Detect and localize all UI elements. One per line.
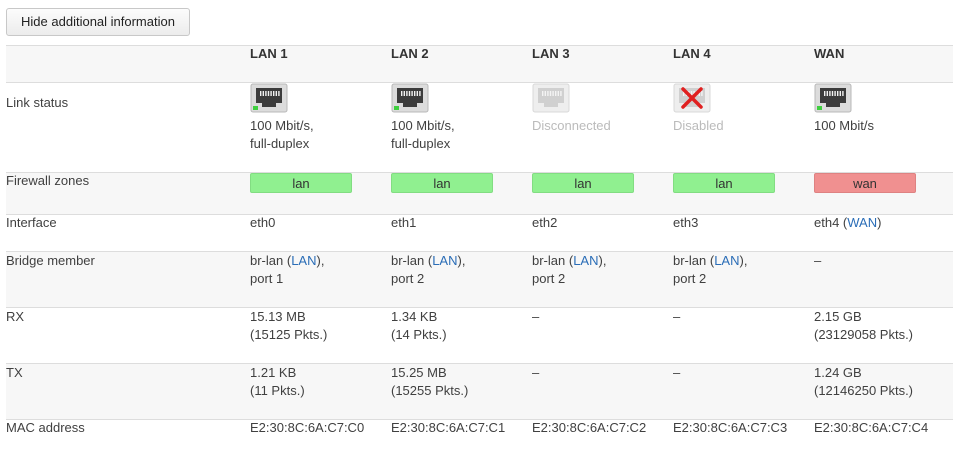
interface-name: eth3 <box>673 215 699 230</box>
interface-row: Interface eth0 eth1 eth2 eth3 eth4 (WAN) <box>6 214 953 252</box>
ethernet-port-icon <box>391 83 429 113</box>
ethernet-port-disabled-icon <box>673 83 711 113</box>
mac-address-cell: E2:30:8C:6A:C7:C1 <box>391 420 506 435</box>
interface-cell: eth2 <box>532 215 673 252</box>
row-label-rx: RX <box>6 309 25 324</box>
firewall-zone-cell: lan <box>673 173 814 215</box>
ethernet-port-icon <box>814 83 852 113</box>
link-status-cell: Disconnected <box>532 83 673 173</box>
tx-cell: 15.25 MB (15255 Pkts.) <box>391 365 469 398</box>
link-status-text: Disconnected <box>532 118 611 133</box>
mac-address-cell: E2:30:8C:6A:C7:C2 <box>532 420 647 435</box>
ethernet-port-icon <box>532 83 570 113</box>
link-status-cell: 100 Mbit/s, full-duplex <box>391 83 532 173</box>
tx-cell: 1.21 KB (11 Pkts.) <box>250 365 305 398</box>
interface-name: eth4 <box>814 215 840 230</box>
port-status-table: LAN 1 LAN 2 LAN 3 LAN 4 WAN Link status … <box>6 45 953 464</box>
port-header-row: LAN 1 LAN 2 LAN 3 LAN 4 WAN <box>6 45 953 83</box>
tx-row: TX 1.21 KB (11 Pkts.) 15.25 MB (15255 Pkts… <box>6 363 953 420</box>
rx-cell: – <box>673 309 681 324</box>
network-link-lan[interactable]: LAN <box>573 253 598 268</box>
tx-cell: – <box>673 365 681 380</box>
mac-address-cell: E2:30:8C:6A:C7:C3 <box>673 420 788 435</box>
tx-cell: 1.24 GB (12146250 Pkts.) <box>814 365 914 398</box>
link-status-text: 100 Mbit/s, full-duplex <box>391 118 455 151</box>
link-status-row: Link status 100 Mbit/s, full-duplex 100 M… <box>6 82 953 173</box>
zone-badge-wan[interactable]: wan <box>814 173 916 193</box>
zone-badge-lan[interactable]: lan <box>391 173 493 193</box>
row-label-interface: Interface <box>6 215 57 230</box>
interface-cell: eth0 <box>250 215 391 252</box>
zone-badge-lan[interactable]: lan <box>673 173 775 193</box>
rx-cell: 2.15 GB (23129058 Pkts.) <box>814 309 914 342</box>
bridge-member-cell: br-lan (LAN), port 2 <box>673 252 814 308</box>
interface-cell: eth3 <box>673 215 814 252</box>
interface-cell: eth1 <box>391 215 532 252</box>
port-name-header: LAN 2 <box>391 46 429 61</box>
mac-address-row: MAC address E2:30:8C:6A:C7:C0 E2:30:8C:6… <box>6 419 953 464</box>
bridge-member-cell: – <box>814 253 822 268</box>
interface-name: eth1 <box>391 215 417 230</box>
interface-cell: eth4 (WAN) <box>814 215 953 252</box>
link-status-text: 100 Mbit/s <box>814 118 874 133</box>
rx-cell: 15.13 MB (15125 Pkts.) <box>250 309 328 342</box>
link-status-cell: 100 Mbit/s <box>814 83 953 173</box>
firewall-zone-cell: lan <box>532 173 673 215</box>
mac-address-cell: E2:30:8C:6A:C7:C4 <box>814 420 929 435</box>
zone-badge-lan[interactable]: lan <box>250 173 352 193</box>
hide-additional-info-button[interactable]: Hide additional information <box>6 8 190 36</box>
port-name-header: LAN 1 <box>250 46 288 61</box>
network-link-lan[interactable]: LAN <box>432 253 457 268</box>
header-label-cell <box>6 46 250 83</box>
port-name-header: LAN 3 <box>532 46 570 61</box>
row-label-firewall-zones: Firewall zones <box>6 173 90 188</box>
link-status-cell: 100 Mbit/s, full-duplex <box>250 83 391 173</box>
network-link-lan[interactable]: LAN <box>714 253 739 268</box>
bridge-port: port 2 <box>391 271 425 286</box>
link-status-cell: Disabled <box>673 83 814 173</box>
network-link-wan[interactable]: WAN <box>847 215 877 230</box>
port-name-header: WAN <box>814 46 845 61</box>
rx-cell: – <box>532 309 540 324</box>
row-label-mac-address: MAC address <box>6 420 85 435</box>
interface-name: eth0 <box>250 215 276 230</box>
interface-name: eth2 <box>532 215 558 230</box>
link-status-text: 100 Mbit/s, full-duplex <box>250 118 314 151</box>
bridge-port: port 2 <box>532 271 566 286</box>
bridge-port: port 2 <box>673 271 707 286</box>
port-name-header: LAN 4 <box>673 46 711 61</box>
bridge-member-row: Bridge member br-lan (LAN), port 1 br-lan… <box>6 251 953 308</box>
rx-cell: 1.34 KB (14 Pkts.) <box>391 309 447 342</box>
mac-address-cell: E2:30:8C:6A:C7:C0 <box>250 420 365 435</box>
firewall-zones-row: Firewall zones lan lan lan lan wan <box>6 172 953 215</box>
bridge-member-cell: br-lan (LAN), port 2 <box>391 252 532 308</box>
bridge-member-cell: br-lan (LAN), port 2 <box>532 252 673 308</box>
link-status-text: Disabled <box>673 118 724 133</box>
ethernet-port-icon <box>250 83 288 113</box>
zone-badge-lan[interactable]: lan <box>532 173 634 193</box>
firewall-zone-cell: lan <box>391 173 532 215</box>
firewall-zone-cell: lan <box>250 173 391 215</box>
firewall-zone-cell: wan <box>814 173 953 215</box>
rx-row: RX 15.13 MB (15125 Pkts.) 1.34 KB (14 Pkts… <box>6 307 953 364</box>
network-link-lan[interactable]: LAN <box>291 253 316 268</box>
tx-cell: – <box>532 365 540 380</box>
row-label-bridge-member: Bridge member <box>6 253 95 268</box>
bridge-port: port 1 <box>250 271 284 286</box>
row-label-link-status: Link status <box>6 95 69 110</box>
bridge-member-cell: br-lan (LAN), port 1 <box>250 252 391 308</box>
interface-paren-close: ) <box>877 215 882 230</box>
row-label-tx: TX <box>6 365 23 380</box>
